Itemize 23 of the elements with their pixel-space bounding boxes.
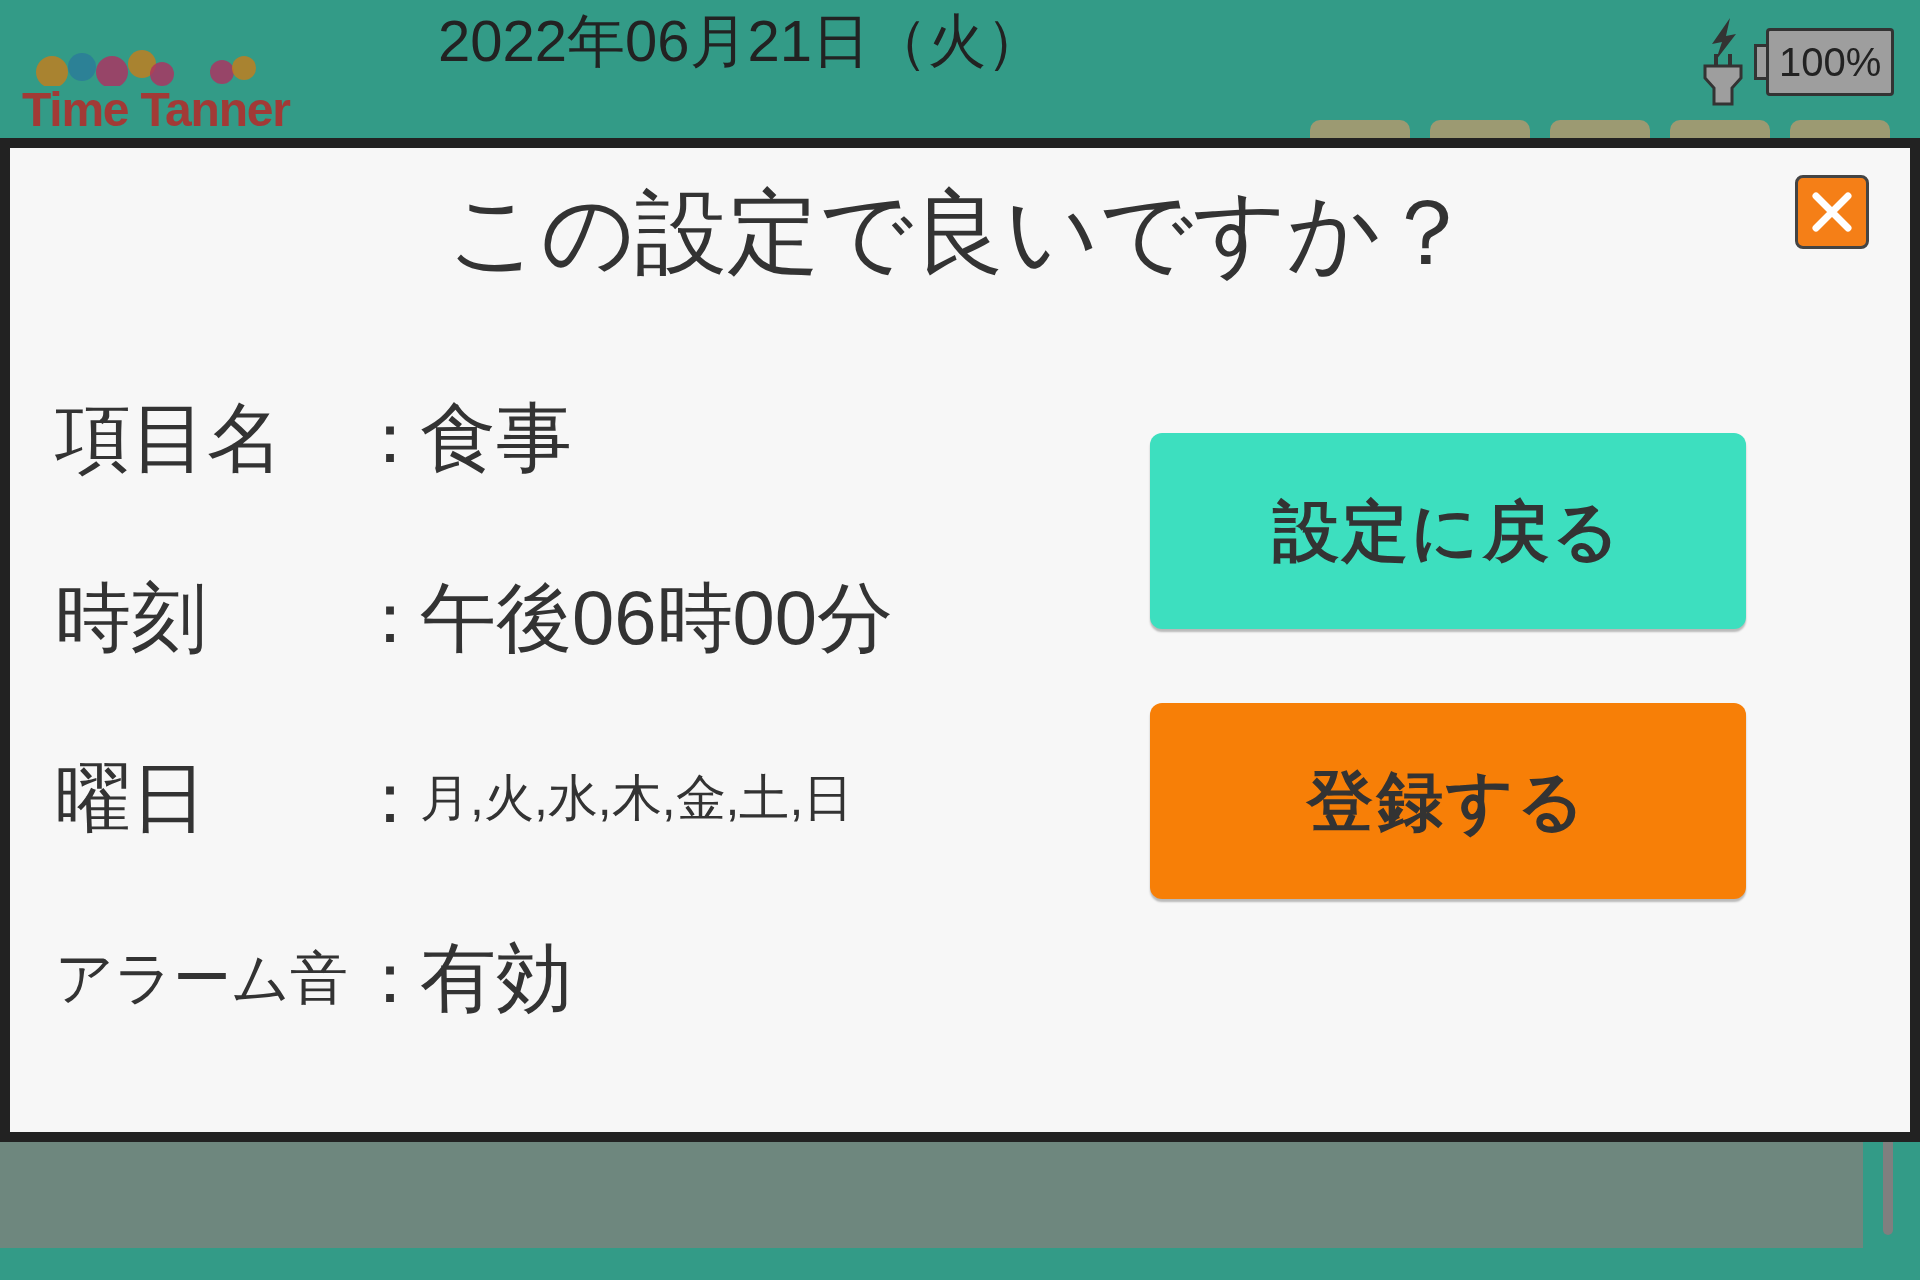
colon: ： (355, 943, 405, 1013)
scrollbar[interactable] (1883, 1140, 1893, 1235)
close-icon (1810, 190, 1854, 234)
date-text: 2022年06月21日（火） (438, 12, 1045, 70)
field-label: 曜日 (55, 760, 208, 836)
field-label: 項目名 (55, 400, 284, 476)
logo-text: Time Tanner (22, 86, 290, 134)
colon: ： (355, 583, 405, 653)
field-label: 時刻 (55, 580, 208, 656)
field-label: アラーム音 (55, 949, 349, 1007)
battery-tip (1754, 44, 1766, 80)
field-value: 食事 (420, 400, 572, 476)
battery-level-text: 100% (1766, 28, 1895, 96)
charging-plug-icon (1702, 18, 1744, 106)
field-value: 午後06時00分 (420, 580, 894, 656)
register-button[interactable]: 登録する (1150, 703, 1746, 899)
colon: ： (355, 403, 405, 473)
field-value: 有効 (420, 940, 572, 1016)
field-value: 月,火,水,木,金,土,日 (420, 773, 854, 823)
dialog-title: この設定で良いですか？ (447, 181, 1473, 283)
colon: ： (355, 763, 405, 833)
back-to-settings-button[interactable]: 設定に戻る (1150, 433, 1746, 629)
close-button[interactable] (1795, 175, 1869, 249)
